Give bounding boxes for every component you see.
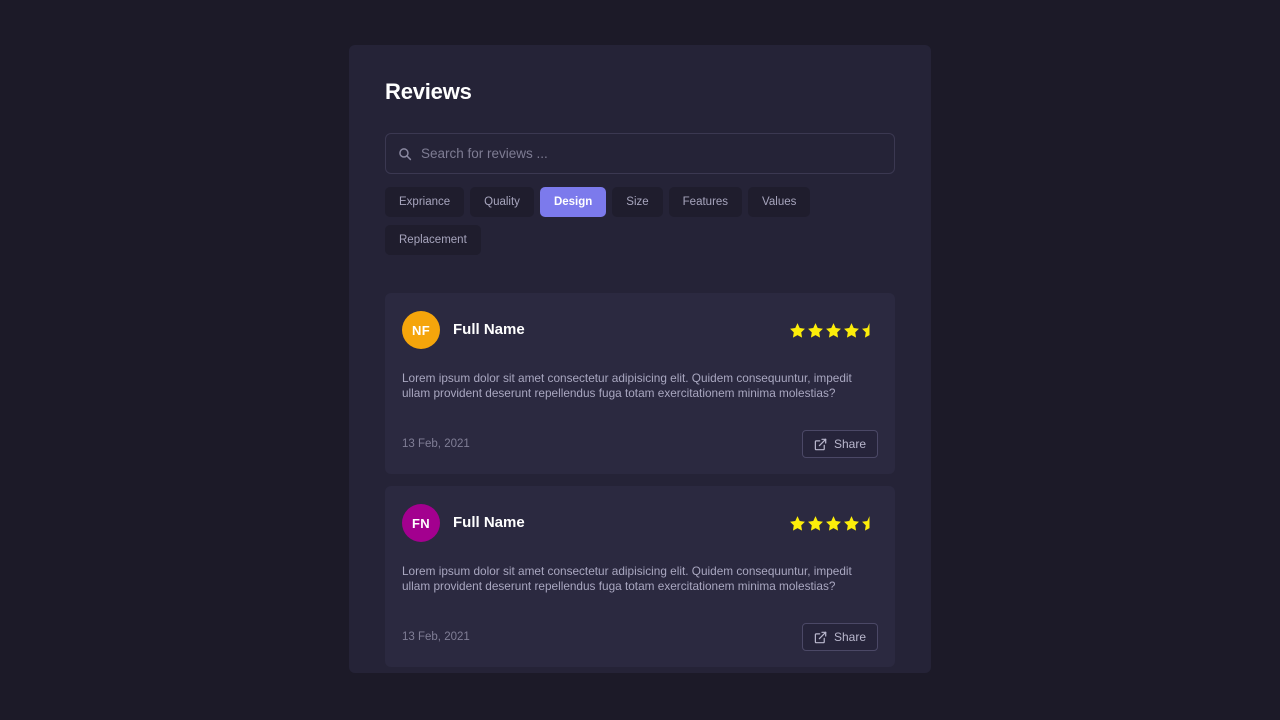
panel-content: Reviews Expriance Quality Design Size Fe… — [349, 45, 931, 667]
share-button-label: Share — [833, 437, 866, 451]
share-button-label: Share — [833, 630, 866, 644]
review-text: Lorem ipsum dolor sit amet consectetur a… — [402, 564, 852, 593]
reviewer-name: Full Name — [453, 514, 525, 531]
filter-pill-replacement[interactable]: Replacement — [385, 225, 481, 255]
external-link-icon — [814, 631, 827, 644]
filter-pill-values[interactable]: Values — [748, 187, 811, 217]
review-date: 13 Feb, 2021 — [402, 438, 470, 450]
review-footer: 13 Feb, 2021 Share — [402, 623, 878, 651]
reviews-panel: Reviews Expriance Quality Design Size Fe… — [349, 45, 931, 673]
review-card: NF Full Name Lorem ipsum dolor sit amet … — [385, 293, 895, 474]
search-input[interactable] — [421, 134, 882, 173]
reviewer-name: Full Name — [453, 321, 525, 338]
review-header: NF Full Name — [402, 311, 878, 349]
review-date: 13 Feb, 2021 — [402, 631, 470, 643]
filter-pill-group: Expriance Quality Design Size Features V… — [385, 187, 895, 255]
search-icon — [398, 147, 412, 161]
external-link-icon — [814, 438, 827, 451]
review-header: FN Full Name — [402, 504, 878, 542]
review-footer: 13 Feb, 2021 Share — [402, 430, 878, 458]
search-bar[interactable] — [385, 133, 895, 174]
share-button[interactable]: Share — [801, 430, 878, 458]
avatar: FN — [402, 504, 440, 542]
filter-pill-expriance[interactable]: Expriance — [385, 187, 465, 217]
share-button[interactable]: Share — [801, 623, 878, 651]
avatar: NF — [402, 311, 440, 349]
star-rating — [789, 321, 878, 339]
review-card: FN Full Name Lorem ipsum dolor sit amet … — [385, 486, 895, 667]
review-text: Lorem ipsum dolor sit amet consectetur a… — [402, 371, 852, 400]
filter-pill-size[interactable]: Size — [612, 187, 663, 217]
filter-pill-quality[interactable]: Quality — [470, 187, 534, 217]
page-title: Reviews — [385, 79, 472, 104]
filter-pill-features[interactable]: Features — [668, 187, 743, 217]
star-rating — [789, 514, 878, 532]
review-list: NF Full Name Lorem ipsum dolor sit amet … — [385, 293, 895, 667]
filter-pill-design[interactable]: Design — [539, 187, 607, 217]
